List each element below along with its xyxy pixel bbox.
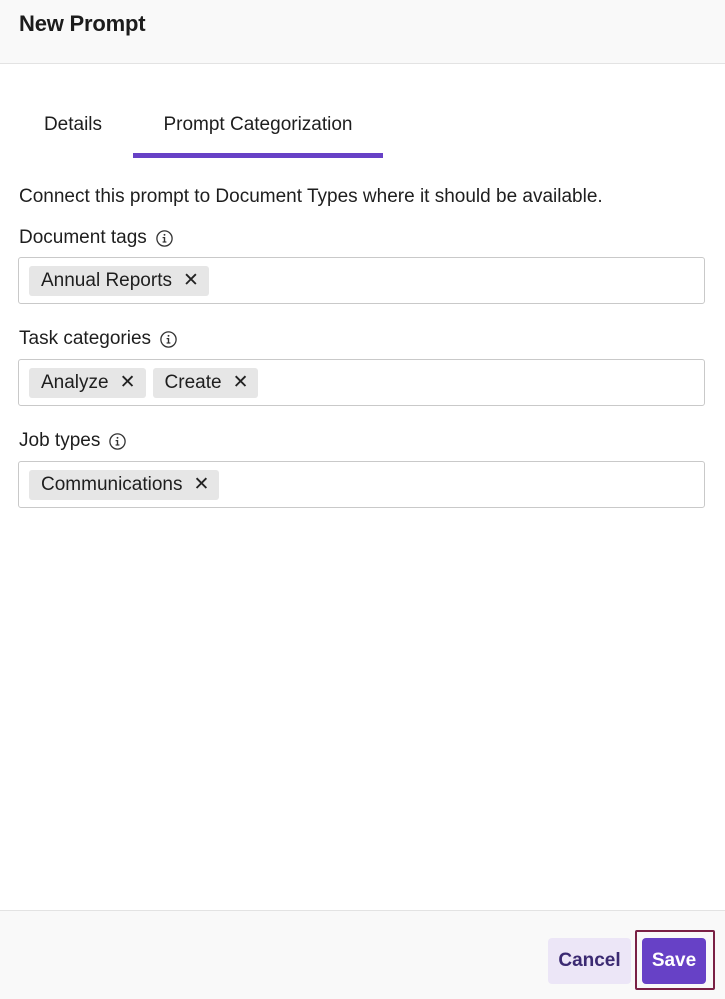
tag-chip-label: Analyze <box>41 371 109 393</box>
job-types-input[interactable]: Communications ✕ <box>18 461 705 508</box>
close-icon[interactable]: ✕ <box>233 373 249 392</box>
document-tags-label: Document tags <box>19 227 173 249</box>
tag-chip-label: Communications <box>41 473 183 495</box>
new-prompt-dialog: New Prompt Details Prompt Categorization… <box>0 0 725 999</box>
job-types-label: Job types <box>19 430 127 452</box>
task-categories-label: Task categories <box>19 328 177 350</box>
tag-chip: Create ✕ <box>152 367 259 398</box>
intro-text: Connect this prompt to Document Types wh… <box>19 186 603 207</box>
info-icon[interactable] <box>156 229 173 247</box>
dialog-title: New Prompt <box>19 11 146 36</box>
close-icon[interactable]: ✕ <box>183 271 199 290</box>
dialog-header: New Prompt <box>0 0 725 64</box>
document-tags-input[interactable]: Annual Reports ✕ <box>18 257 705 304</box>
info-icon[interactable] <box>109 432 127 450</box>
task-categories-label-text: Task categories <box>19 328 152 349</box>
tag-chip-label: Create <box>164 371 222 393</box>
tab-prompt-categorization[interactable]: Prompt Categorization <box>133 100 383 158</box>
info-icon[interactable] <box>160 330 177 348</box>
document-tags-label-text: Document tags <box>19 227 147 248</box>
cancel-button[interactable]: Cancel <box>548 938 631 984</box>
task-categories-input[interactable]: Analyze ✕ Create ✕ <box>18 359 705 406</box>
tab-details[interactable]: Details <box>18 100 128 158</box>
dialog-footer: Cancel Save <box>0 910 725 999</box>
tag-chip: Annual Reports ✕ <box>29 265 209 296</box>
tag-chip-label: Annual Reports <box>41 269 172 291</box>
job-types-label-text: Job types <box>19 430 101 451</box>
close-icon[interactable]: ✕ <box>194 475 210 494</box>
save-button[interactable]: Save <box>642 938 706 984</box>
tab-bar: Details Prompt Categorization <box>18 100 708 160</box>
close-icon[interactable]: ✕ <box>120 373 136 392</box>
tag-chip: Communications ✕ <box>29 469 220 500</box>
tag-chip: Analyze ✕ <box>29 367 146 398</box>
